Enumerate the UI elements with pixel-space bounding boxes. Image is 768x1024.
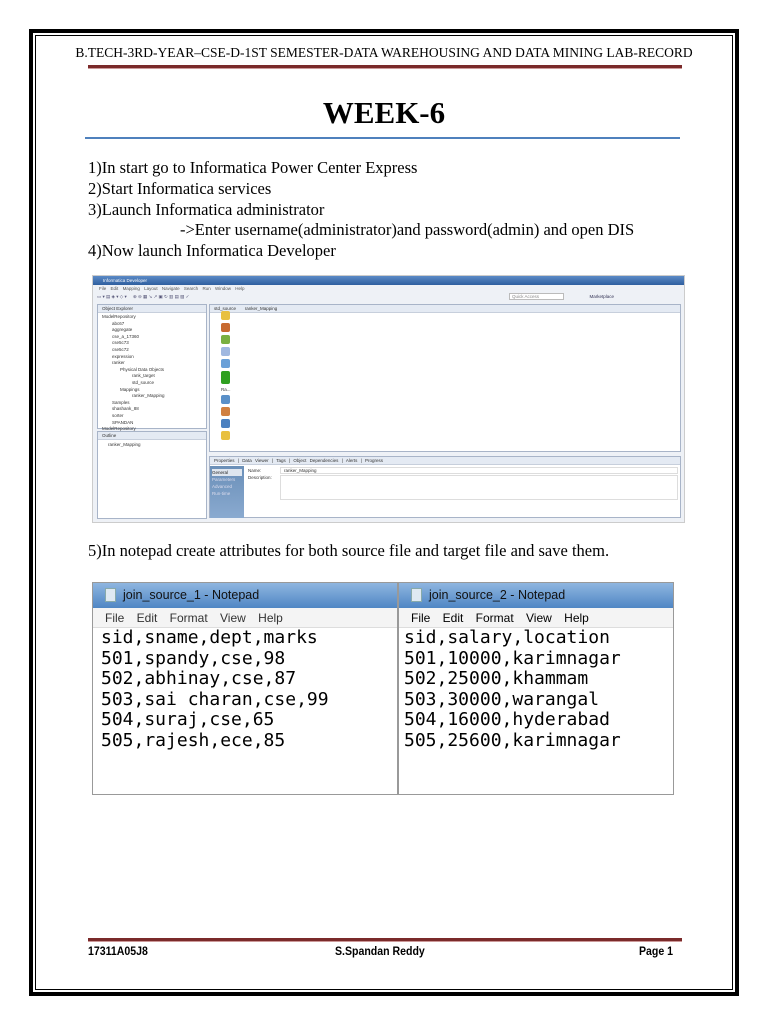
tab: Tags [276, 458, 286, 463]
quick-access-input: Quick Access [509, 293, 564, 300]
editor-tabs: std_source ranker_Mapping [210, 305, 680, 313]
tab: Alerts [345, 458, 358, 463]
tree-item: cse5c72 [112, 346, 129, 352]
tree-item: aggregate [112, 327, 133, 333]
tree-item: sorter [112, 412, 124, 418]
menu-item: Mapping [122, 286, 140, 291]
footer-page-number: Page 1 [639, 944, 674, 958]
window-title: Informatica Developer [93, 276, 684, 285]
name-value: ranker_Mapping [280, 467, 678, 474]
title-rule [85, 137, 680, 139]
step: 1)In start go to Informatica Power Cente… [88, 158, 418, 177]
title-text: join_source_2 - Notepad [429, 588, 566, 602]
notepad-window-2: join_source_2 - Notepad File Edit Format… [398, 582, 674, 795]
outline-pane: Outline ranker_Mapping [97, 431, 207, 519]
notepad-icon [105, 588, 116, 602]
steps-list: 1)In start go to Informatica Power Cente… [88, 158, 634, 262]
notepad-menu: File Edit Format View Help [93, 608, 397, 628]
tree-item: abc67 [112, 320, 125, 326]
text-line: 504,suraj,cse,65 [101, 709, 275, 731]
text-line: 504,16000,hyderabad [404, 709, 610, 731]
side-tab: Run-time [212, 491, 231, 496]
bottom-tabs: Properties | Data Viewer | Tags | Object… [210, 457, 680, 465]
editor-tab: ranker_Mapping [244, 306, 278, 311]
menu-item: Navigate [161, 286, 180, 291]
tree-item: rank_target [132, 373, 155, 379]
description-field [280, 475, 678, 500]
footer-author: S.Spandan Reddy [335, 944, 425, 958]
notepad-title: join_source_1 - Notepad [93, 583, 397, 608]
menu-item: Edit [110, 286, 119, 291]
text-line: 502,25000,khammam [404, 668, 589, 690]
notepad-title: join_source_2 - Notepad [399, 583, 673, 608]
tab: Progress [365, 458, 384, 463]
header-rule [88, 65, 682, 69]
object-explorer-pane: Object Explorer ModelRepository abc67 ag… [97, 304, 207, 438]
step-5: 5)In notepad create attributes for both … [88, 541, 610, 560]
step: ->Enter username(administrator)and passw… [180, 220, 635, 240]
step: 4)Now launch Informatica Developer [88, 241, 336, 261]
side-tab: General [212, 469, 242, 476]
menu-item: Layout [144, 286, 158, 291]
footer-roll-number: 17311A05J8 [88, 944, 148, 958]
menu-item: Search [183, 286, 199, 291]
menu-bar: File Edit Mapping Layout Navigate Search… [93, 285, 684, 292]
tree-item: ModelRepository [102, 314, 136, 319]
tree-item: cse_a_17360 [112, 333, 140, 339]
step: 2)Start Informatica services [88, 178, 272, 198]
running-header: B.TECH-3RD-YEAR–CSE-D-1ST SEMESTER-DATA … [75, 45, 693, 60]
notepad-menu: File Edit Format View Help [399, 608, 673, 628]
text-line: 505,25600,karimnagar [404, 729, 621, 751]
text-line: 505,rajesh,ece,85 [101, 729, 286, 751]
properties-side-tabs: General Parameters Advanced Run-time [210, 466, 244, 518]
text-line: 502,abhinay,cse,87 [101, 668, 297, 690]
side-tab: Advanced [212, 484, 233, 489]
title-text: join_source_1 - Notepad [123, 588, 260, 602]
menu-item: Run [202, 286, 211, 291]
pane-title: Object Explorer [98, 305, 206, 313]
tree-item: expression [112, 353, 134, 359]
palette-label: Ra... [221, 387, 231, 392]
text-line: 503,sai charan,cse,99 [101, 688, 329, 710]
tree-item: Samples [112, 399, 130, 405]
marketplace-label: Marketplace [589, 294, 614, 299]
side-tab: Parameters [212, 477, 236, 482]
properties-pane: Properties | Data Viewer | Tags | Object… [209, 456, 681, 518]
tree-item: Physical Data Objects [120, 366, 165, 372]
pane-title: Outline [98, 432, 206, 440]
text-line: 503,30000,warangal [404, 688, 600, 710]
tree-item: Mappings [120, 386, 140, 392]
text-line: sid,salary,location [404, 627, 610, 648]
tree-item: std_source [132, 379, 155, 385]
footer-rule [88, 938, 682, 942]
page-title: WEEK-6 [322, 95, 446, 130]
tree-item: cse5c73 [112, 340, 129, 346]
notepad-text: sid,salary,location 501,10000,karimnagar 5… [399, 627, 673, 752]
tree-item: ranker_Mapping [132, 393, 165, 399]
notepad-text: sid,sname,dept,marks 501,spandy,cse,98 502… [93, 627, 397, 752]
tree: ModelRepository abc67 aggregate cse_a_17… [98, 313, 206, 439]
tab: Data Viewer [242, 458, 269, 463]
text-line: 501,10000,karimnagar [404, 647, 621, 669]
notepad-window-1: join_source_1 - Notepad File Edit Format… [92, 582, 398, 795]
text-line: 501,spandy,cse,98 [101, 647, 286, 669]
notepad-icon [411, 588, 422, 602]
tree-item: SPANDAN [112, 419, 134, 425]
tab: Properties [214, 458, 235, 463]
tree-item: shashank_88 [112, 406, 139, 412]
description-label: Description: [248, 475, 272, 480]
informatica-developer-screenshot: Informatica Developer File Edit Mapping … [92, 275, 685, 523]
menu-item: Window [214, 286, 231, 291]
menu-item: Help [235, 286, 245, 291]
tab: Object Dependencies [293, 458, 339, 463]
step: 3)Launch Informatica administrator [88, 199, 325, 219]
text-line: sid,sname,dept,marks [101, 627, 318, 648]
outline-item: ranker_Mapping [108, 442, 141, 447]
menu-item: File [99, 286, 107, 291]
transformation-palette: Ra... [213, 308, 235, 440]
mapping-editor: std_source ranker_Mapping (Default View) [209, 304, 681, 480]
tree-item: ranker [112, 360, 125, 366]
name-label: Name: [248, 468, 262, 473]
